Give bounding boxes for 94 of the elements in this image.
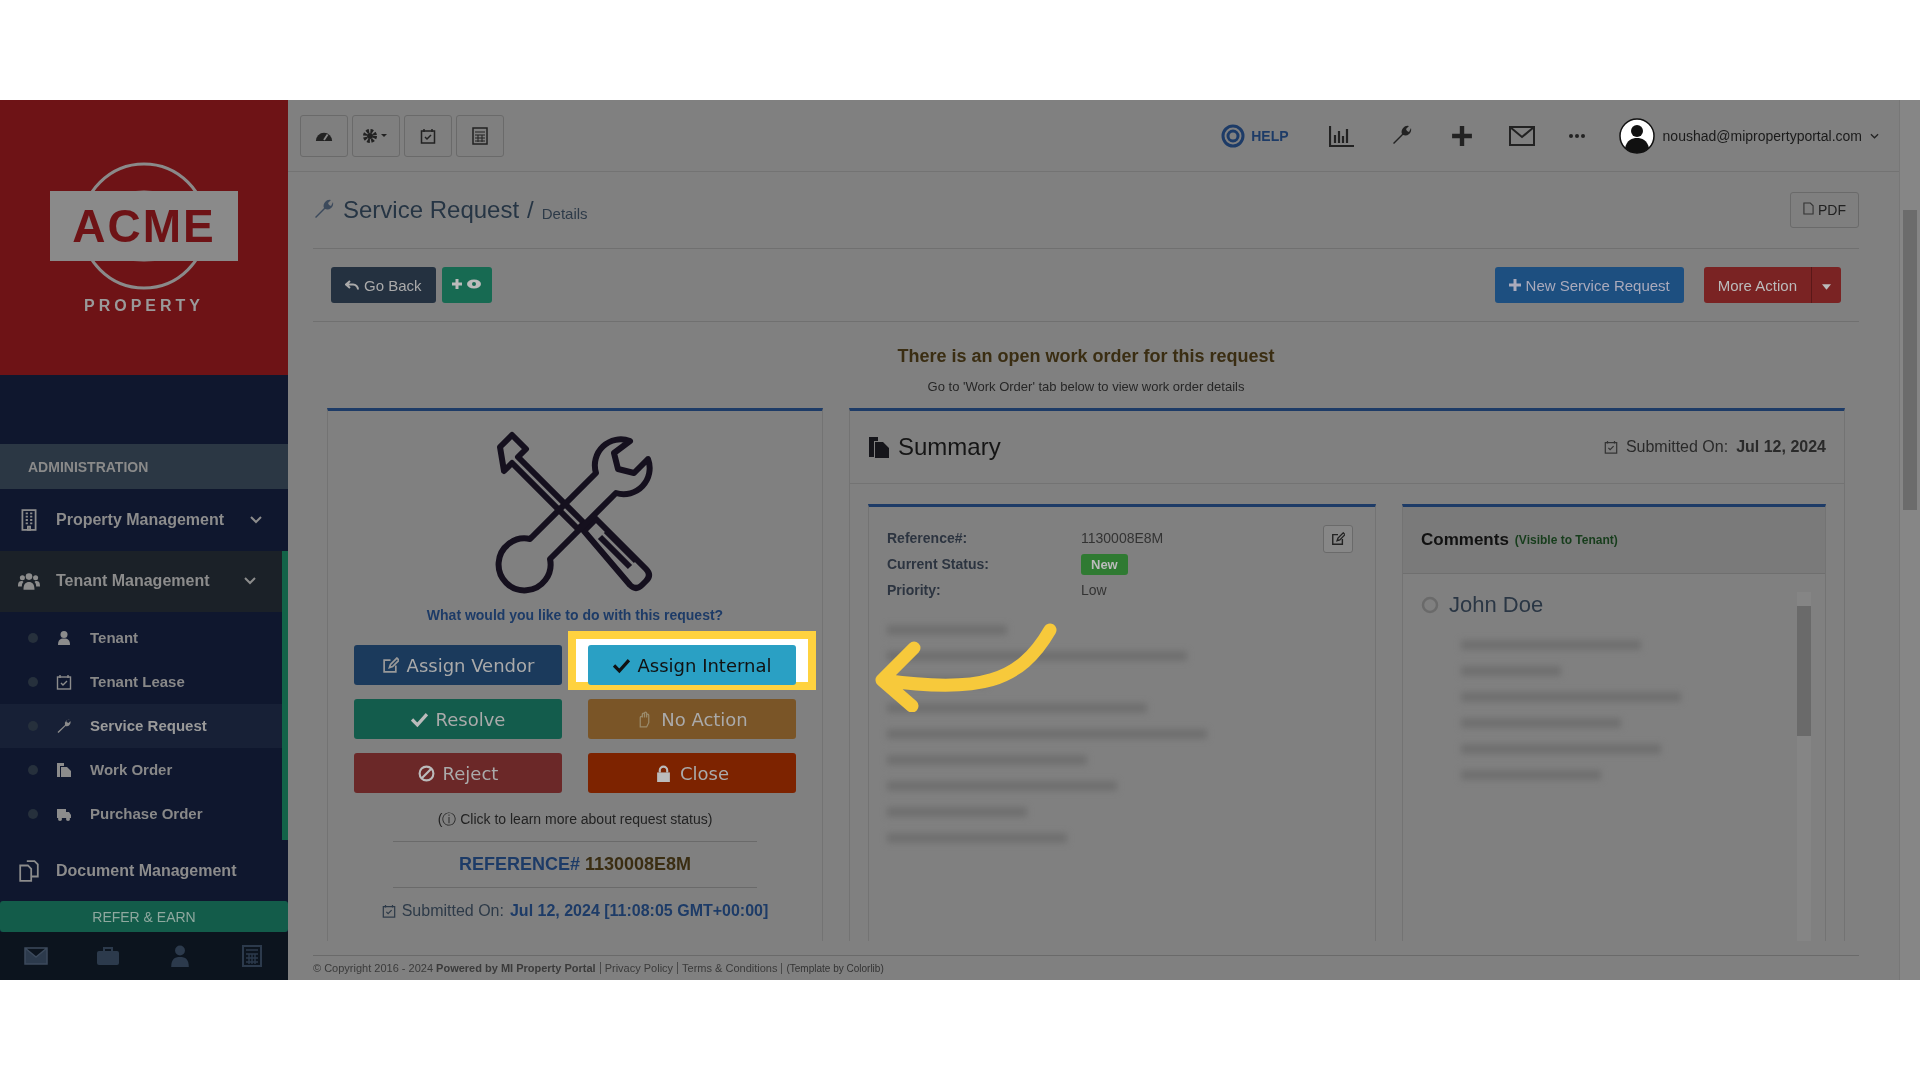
user-menu[interactable]: noushad@mipropertyportal.com [1662, 127, 1862, 144]
caret-icon [1822, 283, 1831, 290]
nav-item[interactable]: Property Management [0, 489, 288, 551]
dropdown-toggle[interactable] [1811, 267, 1841, 303]
breadcrumb-separator: / [527, 196, 534, 224]
footer-link[interactable]: Terms & Conditions [677, 962, 778, 974]
template-credit: (Template by Colorlib) [781, 962, 884, 974]
calculator-button[interactable] [456, 114, 504, 157]
timeline-dot [28, 632, 38, 643]
edit-icon [1331, 532, 1345, 546]
nav-item[interactable]: Tenant Management [0, 550, 288, 612]
action-button[interactable]: Resolve [354, 699, 562, 739]
mail-icon[interactable] [1508, 124, 1535, 147]
footer-link[interactable]: Privacy Policy [599, 962, 674, 974]
check-icon [612, 656, 630, 674]
documents-icon [18, 859, 40, 882]
submitted-date: Jul 12, 2024 [11:08:05 GMT+00:00] [509, 902, 769, 920]
comments-title: Comments [1421, 530, 1509, 550]
notice-text: Go to 'Work Order' tab below to view work order details [926, 379, 1246, 394]
lifebuoy-icon [1221, 123, 1246, 148]
notice-title: There is an open work order for this request [896, 346, 1276, 367]
scrollbar[interactable] [1797, 592, 1811, 941]
submitted-label: Submitted On: [1625, 438, 1729, 456]
reference-number: REFERENCE# 1130008E8M [393, 842, 757, 888]
action-button[interactable]: Reject [354, 753, 562, 793]
field-value: Low [1081, 582, 1107, 598]
chevron-icon [250, 515, 262, 524]
lock-icon [654, 764, 672, 782]
calculator-icon [472, 126, 488, 145]
nav-subitem[interactable]: Tenant [0, 615, 282, 660]
field-label: Reference#: [887, 530, 969, 546]
timeline-dot [28, 676, 38, 687]
nav-subitem[interactable]: Purchase Order [0, 791, 282, 836]
calendar-icon [56, 673, 72, 690]
comments-note: (Visible to Tenant) [1514, 533, 1618, 547]
comment-author: John Doe [1449, 592, 1544, 618]
user-icon [56, 629, 72, 646]
calendar-icon [381, 904, 396, 918]
status-badge: New [1081, 553, 1128, 575]
go-back-button[interactable]: Go Back [331, 267, 436, 303]
refer-earn-button[interactable]: REFER & EARN [0, 901, 288, 933]
section-header: ADMINISTRATION [0, 444, 288, 490]
plus-eye-icon [451, 277, 482, 290]
caret-icon [1870, 132, 1879, 139]
status-help-link[interactable]: (ⓘ Click to learn more about request status) [393, 811, 757, 842]
timeline-dot [28, 808, 38, 819]
bar-chart-icon[interactable] [1328, 124, 1355, 147]
add-watch-button[interactable] [441, 267, 492, 303]
documents-icon [868, 436, 890, 458]
field-label: Priority: [887, 582, 942, 598]
dashboard-button[interactable] [300, 114, 348, 157]
documents-icon [56, 761, 72, 778]
field-value: 1130008E8M [1081, 530, 1164, 546]
page-scrollbar[interactable] [1899, 100, 1920, 980]
nav-subitem[interactable]: Work Order [0, 747, 282, 792]
question-text: What would you like to do with this request? [426, 607, 724, 623]
file-icon [1803, 202, 1815, 215]
summary-title: Summary [898, 433, 1001, 461]
submitted-label: Submitted On: [401, 902, 504, 920]
action-button[interactable]: Assign Vendor [354, 645, 562, 685]
edit-icon [381, 656, 399, 674]
action-button[interactable]: No Action [588, 699, 796, 739]
submitted-date: Jul 12, 2024 [1736, 438, 1826, 456]
more-icon[interactable] [1568, 132, 1585, 139]
users-icon [18, 570, 40, 593]
avatar-icon [1618, 117, 1655, 154]
timeline-dot [28, 764, 38, 775]
reply-arrow-icon [345, 280, 359, 290]
wrench-icon [313, 199, 335, 221]
settings-button[interactable] [352, 114, 400, 157]
copyright-text: © Copyright 2016 - 2024 Powered by MI Property Portal [313, 962, 596, 974]
pdf-button[interactable]: PDF [1790, 192, 1859, 228]
help-button[interactable]: HELP [1215, 122, 1295, 149]
check-icon [410, 710, 428, 728]
logo-text: ACME [50, 190, 238, 261]
breadcrumb: Details [541, 204, 588, 222]
ban-icon [417, 764, 435, 782]
calendar-button[interactable] [404, 114, 452, 157]
field-label: Current Status: [887, 556, 990, 572]
action-button[interactable]: Assign Internal [588, 645, 796, 685]
chevron-icon [244, 577, 256, 586]
logo-tagline: PROPERTY [84, 296, 204, 315]
action-button[interactable]: Close [588, 753, 796, 793]
nav-subitem[interactable]: Service Request [0, 703, 282, 748]
calendar-icon [1603, 440, 1618, 454]
page-title: Service Request [343, 196, 520, 224]
nav-item[interactable]: Document Management [0, 839, 288, 902]
plus-icon [1508, 279, 1521, 291]
new-service-request-button[interactable]: New Service Request [1494, 267, 1684, 303]
edit-button[interactable] [1323, 525, 1353, 553]
more-action-button[interactable]: More Action [1703, 267, 1811, 303]
calendar-icon [420, 127, 436, 144]
nav-subitem[interactable]: Tenant Lease [0, 659, 282, 704]
gear-icon [362, 127, 390, 144]
